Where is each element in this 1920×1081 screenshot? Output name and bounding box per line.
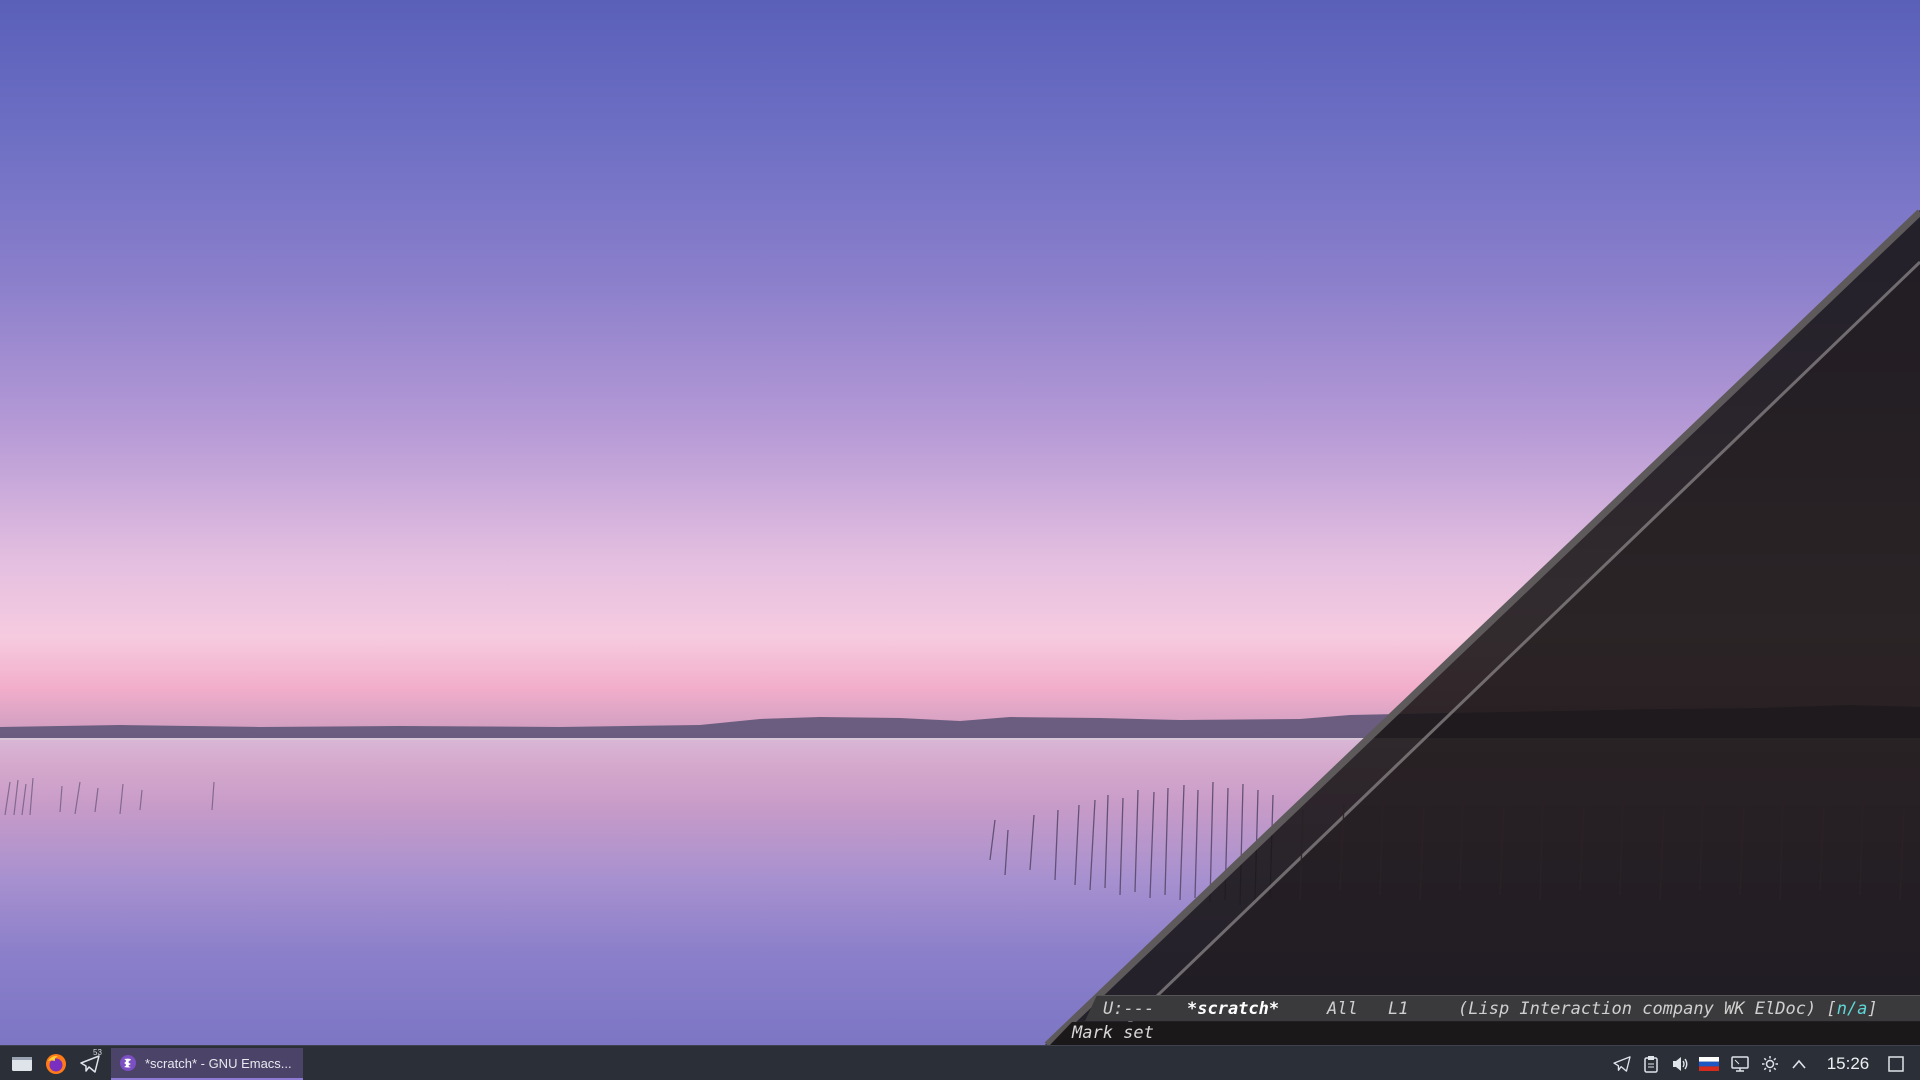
telegram-badge: 53 — [93, 1048, 102, 1057]
desktop-wallpaper: U:--- *scratch* All L1 (Lisp Interaction… — [0, 0, 1920, 1045]
desktop-icon[interactable] — [10, 1052, 34, 1076]
brightness-icon[interactable] — [1758, 1052, 1782, 1076]
modeline-modes-suffix: ] — [1867, 999, 1878, 1019]
modeline-state: U:--- — [1103, 999, 1155, 1019]
clipboard-icon[interactable] — [1639, 1052, 1663, 1076]
minibuffer-message: Mark set — [1072, 1023, 1154, 1043]
emacs-icon — [119, 1054, 137, 1072]
emacs-minibuffer[interactable]: Mark set — [1050, 1022, 1920, 1045]
taskbar-task-label: *scratch* - GNU Emacs... — [145, 1055, 292, 1071]
telegram-tray-icon[interactable] — [1610, 1052, 1634, 1076]
emacs-window-shape[interactable] — [0, 0, 1920, 1045]
show-notifications-icon[interactable] — [1884, 1052, 1908, 1076]
chevron-up-icon[interactable] — [1787, 1052, 1811, 1076]
modeline-position: All — [1327, 999, 1358, 1019]
keyboard-layout-flag-icon[interactable] — [1697, 1052, 1721, 1076]
modeline-na: n/a — [1836, 999, 1868, 1019]
taskbar: 53 *scratch* - GNU Emacs... 15:26 — [0, 1045, 1920, 1080]
telegram-icon[interactable]: 53 — [78, 1048, 102, 1076]
volume-icon[interactable] — [1668, 1052, 1692, 1076]
clock[interactable]: 15:26 — [1820, 1046, 1876, 1081]
emacs-mode-line: U:--- *scratch* All L1 (Lisp Interaction… — [1085, 995, 1920, 1021]
modeline-modes: (Lisp Interaction company WK ElDoc) [n/a… — [1458, 996, 1878, 1021]
modeline-modes-prefix: (Lisp Interaction company WK ElDoc) [ — [1458, 999, 1837, 1019]
modeline-line-number: L1 — [1388, 999, 1409, 1019]
taskbar-task-emacs[interactable]: *scratch* - GNU Emacs... — [111, 1048, 303, 1080]
firefox-icon[interactable] — [44, 1052, 68, 1076]
modeline-buffer-name: *scratch* — [1187, 999, 1280, 1019]
network-icon[interactable] — [1728, 1052, 1752, 1076]
